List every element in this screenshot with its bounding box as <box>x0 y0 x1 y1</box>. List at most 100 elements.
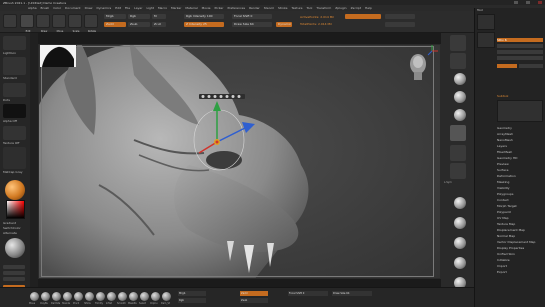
menu-item-picker[interactable]: Picker <box>215 6 224 10</box>
brush-selectrect-button[interactable] <box>140 292 149 301</box>
brush-pinch-button[interactable] <box>74 292 83 301</box>
menu-item-edit[interactable]: Edit <box>115 6 121 10</box>
scale-button[interactable]: Scale <box>68 14 82 33</box>
brush-inflat-button[interactable] <box>107 292 116 301</box>
palette-bar-orange[interactable] <box>497 64 517 68</box>
menu-item-zscript[interactable]: Zscript <box>351 6 361 10</box>
bottom-field-3[interactable]: Zsub <box>240 298 268 303</box>
move-view-button[interactable] <box>454 217 466 229</box>
close-button[interactable] <box>538 1 542 4</box>
palette-item-export[interactable]: Export <box>497 270 507 274</box>
palette-item-fibermesh[interactable]: FiberMesh <box>497 150 512 154</box>
rgb-intensity-slider[interactable]: Rgb Intensity 100 <box>184 14 224 19</box>
persp-button[interactable] <box>450 125 466 141</box>
menu-item-transform[interactable]: Transform <box>316 6 331 10</box>
subtool-section-title[interactable]: Subtool <box>497 94 508 98</box>
rgb-toggle[interactable]: Rgb <box>128 14 150 19</box>
menu-item-zplugin[interactable]: Zplugin <box>335 6 346 10</box>
dynamic-toggle[interactable]: Dynamic <box>276 22 292 27</box>
brush-standard-button[interactable] <box>63 292 72 301</box>
menu-item-material[interactable]: Material <box>185 6 197 10</box>
scroll-button[interactable] <box>450 53 466 69</box>
material-ball-icon[interactable] <box>5 180 25 200</box>
palette-item-displacement-map[interactable]: Displacement Map <box>497 228 525 232</box>
menu-item-marker[interactable]: Marker <box>171 6 181 10</box>
menu-item-preferences[interactable]: Preferences <box>227 6 245 10</box>
brush-clipcurve-button[interactable] <box>151 292 160 301</box>
brush-claybuildup-button[interactable] <box>41 292 50 301</box>
axis-widget-icon[interactable] <box>426 45 438 57</box>
left-slider-b[interactable] <box>3 271 25 275</box>
material-selector[interactable] <box>3 147 26 169</box>
palette-item-morph-target[interactable]: Morph Target <box>497 204 517 208</box>
menu-item-brush[interactable]: Brush <box>41 6 50 10</box>
menu-item-dynamics[interactable]: Dynamics <box>96 6 111 10</box>
palette-item-surface[interactable]: Surface <box>497 168 508 172</box>
palette-bar-a[interactable] <box>497 44 543 48</box>
brush-dam_std-button[interactable] <box>162 292 171 301</box>
left-slider-a[interactable] <box>3 265 25 269</box>
draw-button[interactable]: Draw <box>36 14 50 33</box>
menu-item-document[interactable]: Document <box>65 6 81 10</box>
left-slider-c[interactable] <box>3 277 25 281</box>
palette-item-texture-map[interactable]: Texture Map <box>497 222 515 226</box>
brush-selector[interactable] <box>3 57 26 75</box>
orange-shelf-slider[interactable] <box>345 14 381 19</box>
menu-item-macro[interactable]: Macro <box>158 6 167 10</box>
m-toggle[interactable]: M <box>152 14 166 19</box>
palette-item-uv-map[interactable]: UV Map <box>497 216 509 220</box>
projection-master-button[interactable] <box>3 14 17 28</box>
rotate-button[interactable]: Rotate <box>84 14 98 33</box>
palette-bar-c[interactable] <box>497 56 543 60</box>
menu-item-render[interactable]: Render <box>249 6 260 10</box>
palette-item-normal-map[interactable]: Normal Map <box>497 234 515 238</box>
z-intensity-slider[interactable]: Z Intensity 25 <box>184 22 224 27</box>
palette-item-masking[interactable]: Masking <box>497 180 509 184</box>
bpr-button[interactable] <box>450 35 466 51</box>
menu-item-movie[interactable]: Movie <box>202 6 211 10</box>
brush-maskpen-button[interactable] <box>129 292 138 301</box>
rotate-view-button[interactable] <box>454 257 466 269</box>
palette-item-polygroups[interactable]: Polygroups <box>497 192 513 196</box>
color-picker[interactable] <box>6 200 25 219</box>
menu-item-tool[interactable]: Tool <box>306 6 312 10</box>
bottom-field-1[interactable]: Rgb <box>178 298 206 303</box>
brush-hpolish-button[interactable] <box>85 292 94 301</box>
palette-item-nanomesh[interactable]: NanoMesh <box>497 138 513 142</box>
shelf-slider-a[interactable] <box>385 14 415 19</box>
menu-item-texture[interactable]: Texture <box>292 6 303 10</box>
navigator-thumbnail[interactable] <box>40 45 76 67</box>
bottom-field-2[interactable]: Zadd <box>240 291 268 296</box>
actual-button[interactable] <box>454 91 466 103</box>
palette-item-unified-skin[interactable]: Unified Skin <box>497 252 515 256</box>
menu-item-light[interactable]: Light <box>146 6 154 10</box>
menu-item-draw[interactable]: Draw <box>85 6 93 10</box>
edit-button[interactable]: Edit <box>20 14 34 33</box>
alpha-selector[interactable] <box>3 104 26 118</box>
menu-item-alpha[interactable]: Alpha <box>28 6 37 10</box>
palette-bar-b[interactable] <box>497 50 543 54</box>
lightbox-button[interactable] <box>3 36 26 50</box>
bottom-field-0[interactable]: Mrgb <box>178 291 206 296</box>
zsub-toggle[interactable]: Zsub <box>128 22 150 27</box>
move-button[interactable]: Move <box>52 14 66 33</box>
zadd-toggle[interactable]: Zadd <box>104 22 126 27</box>
menu-item-help[interactable]: Help <box>365 6 372 10</box>
zcut-toggle[interactable]: Zcut <box>152 22 166 27</box>
focal-shift-slider[interactable]: Focal Shift 0 <box>232 14 272 19</box>
stroke-selector[interactable] <box>3 83 26 97</box>
menu-item-stencil[interactable]: Stencil <box>264 6 274 10</box>
brush-trimdynamic-button[interactable] <box>96 292 105 301</box>
palette-item-layers[interactable]: Layers <box>497 144 507 148</box>
brush-smooth-button[interactable] <box>118 292 127 301</box>
brush-move-button[interactable] <box>30 292 39 301</box>
palette-bar-d[interactable] <box>519 64 543 68</box>
menu-item-stroke[interactable]: Stroke <box>278 6 288 10</box>
palette-item-visibility[interactable]: Visibility <box>497 186 510 190</box>
palette-item-contact[interactable]: Contact <box>497 198 509 202</box>
menu-item-layer[interactable]: Layer <box>134 6 142 10</box>
local-button[interactable] <box>450 163 466 179</box>
shelf-slider-b[interactable] <box>385 22 415 27</box>
palette-item-geometry-hd[interactable]: Geometry HD <box>497 156 517 160</box>
matcap-ball-icon[interactable] <box>5 238 25 258</box>
